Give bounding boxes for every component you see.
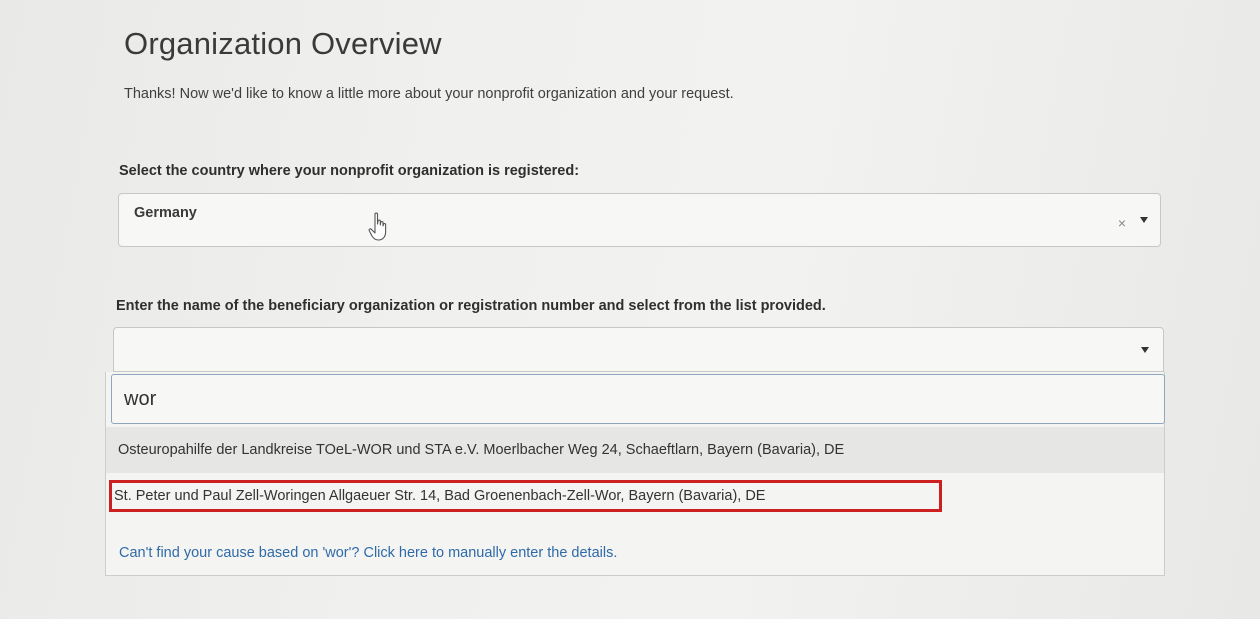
chevron-down-icon[interactable] — [1141, 347, 1149, 353]
organization-overview-page: Organization Overview Thanks! Now we'd l… — [0, 0, 1260, 619]
clear-icon[interactable]: × — [1118, 216, 1126, 230]
page-subtitle: Thanks! Now we'd like to know a little m… — [124, 86, 734, 102]
organization-select[interactable] — [113, 327, 1164, 372]
page-title: Organization Overview — [124, 26, 442, 61]
organization-option[interactable]: St. Peter und Paul Zell-Woringen Allgaeu… — [106, 473, 1164, 519]
organization-option[interactable]: Osteuropahilfe der Landkreise TOeL-WOR u… — [106, 427, 1164, 473]
organization-option-label: St. Peter und Paul Zell-Woringen Allgaeu… — [114, 488, 766, 504]
country-field-label: Select the country where your nonprofit … — [119, 163, 580, 179]
organization-dropdown: Osteuropahilfe der Landkreise TOeL-WOR u… — [105, 372, 1165, 576]
organization-field-label: Enter the name of the beneficiary organi… — [116, 298, 826, 314]
chevron-down-icon[interactable] — [1140, 217, 1148, 223]
country-selected-value: Germany — [134, 205, 197, 221]
manual-entry-link[interactable]: Can't find your cause based on 'wor'? Cl… — [119, 545, 617, 561]
organization-search-input[interactable] — [111, 374, 1165, 424]
hand-pointer-icon — [368, 212, 387, 241]
country-select[interactable]: Germany × — [118, 193, 1161, 247]
organization-option-label: Osteuropahilfe der Landkreise TOeL-WOR u… — [118, 442, 845, 458]
